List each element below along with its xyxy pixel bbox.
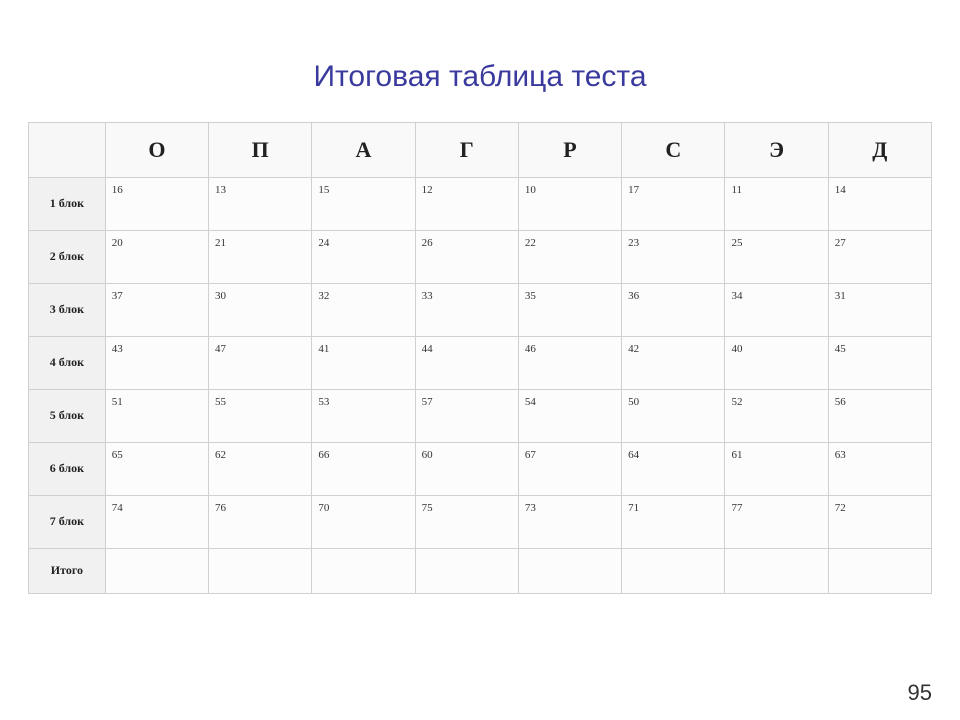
cell: 16 [105, 178, 208, 231]
row-label: 5 блок [29, 390, 106, 443]
cell: 71 [622, 496, 725, 549]
cell: 45 [828, 337, 931, 390]
page-number: 95 [908, 680, 932, 706]
cell: 42 [622, 337, 725, 390]
table-row: 7 блок 74 76 70 75 73 71 77 72 [29, 496, 932, 549]
cell: 25 [725, 231, 828, 284]
cell: 76 [209, 496, 312, 549]
table-header-row: О П А Г Р С Э Д [29, 123, 932, 178]
cell: 77 [725, 496, 828, 549]
cell: 17 [622, 178, 725, 231]
table-row: 3 блок 37 30 32 33 35 36 34 31 [29, 284, 932, 337]
cell: 34 [725, 284, 828, 337]
table-body: 1 блок 16 13 15 12 10 17 11 14 2 блок 20… [29, 178, 932, 594]
cell: 72 [828, 496, 931, 549]
cell: 41 [312, 337, 415, 390]
cell [415, 549, 518, 594]
cell: 40 [725, 337, 828, 390]
col-header: А [312, 123, 415, 178]
cell: 53 [312, 390, 415, 443]
cell: 65 [105, 443, 208, 496]
row-label: 4 блок [29, 337, 106, 390]
cell [105, 549, 208, 594]
cell: 30 [209, 284, 312, 337]
col-header: Д [828, 123, 931, 178]
cell: 63 [828, 443, 931, 496]
cell: 13 [209, 178, 312, 231]
cell: 51 [105, 390, 208, 443]
cell: 54 [518, 390, 621, 443]
cell: 73 [518, 496, 621, 549]
cell: 14 [828, 178, 931, 231]
col-header: Э [725, 123, 828, 178]
col-header: Р [518, 123, 621, 178]
results-table: О П А Г Р С Э Д 1 блок 16 13 15 12 10 17… [28, 122, 932, 594]
cell: 22 [518, 231, 621, 284]
row-label: 1 блок [29, 178, 106, 231]
cell: 43 [105, 337, 208, 390]
cell: 35 [518, 284, 621, 337]
cell: 62 [209, 443, 312, 496]
cell: 66 [312, 443, 415, 496]
row-label: 7 блок [29, 496, 106, 549]
table-row: 6 блок 65 62 66 60 67 64 61 63 [29, 443, 932, 496]
page-title: Итоговая таблица теста [28, 60, 932, 94]
slide: Итоговая таблица теста О П А Г Р С Э Д 1… [0, 0, 960, 720]
cell: 15 [312, 178, 415, 231]
col-header: С [622, 123, 725, 178]
cell: 11 [725, 178, 828, 231]
cell [209, 549, 312, 594]
row-label: 2 блок [29, 231, 106, 284]
col-header: Г [415, 123, 518, 178]
row-label: Итого [29, 549, 106, 594]
cell: 36 [622, 284, 725, 337]
cell: 60 [415, 443, 518, 496]
cell: 44 [415, 337, 518, 390]
cell: 31 [828, 284, 931, 337]
cell: 24 [312, 231, 415, 284]
cell [622, 549, 725, 594]
row-label: 3 блок [29, 284, 106, 337]
cell: 37 [105, 284, 208, 337]
cell: 57 [415, 390, 518, 443]
cell: 52 [725, 390, 828, 443]
cell: 56 [828, 390, 931, 443]
cell [312, 549, 415, 594]
table-row-totals: Итого [29, 549, 932, 594]
cell: 33 [415, 284, 518, 337]
cell: 12 [415, 178, 518, 231]
table-row: 4 блок 43 47 41 44 46 42 40 45 [29, 337, 932, 390]
cell: 64 [622, 443, 725, 496]
cell: 50 [622, 390, 725, 443]
cell: 67 [518, 443, 621, 496]
cell: 61 [725, 443, 828, 496]
cell: 20 [105, 231, 208, 284]
cell: 27 [828, 231, 931, 284]
table-row: 2 блок 20 21 24 26 22 23 25 27 [29, 231, 932, 284]
cell: 32 [312, 284, 415, 337]
cell [828, 549, 931, 594]
cell [725, 549, 828, 594]
col-header: О [105, 123, 208, 178]
table-row: 1 блок 16 13 15 12 10 17 11 14 [29, 178, 932, 231]
col-header: П [209, 123, 312, 178]
row-label: 6 блок [29, 443, 106, 496]
cell: 10 [518, 178, 621, 231]
cell: 75 [415, 496, 518, 549]
cell: 70 [312, 496, 415, 549]
table-corner [29, 123, 106, 178]
cell: 74 [105, 496, 208, 549]
cell: 23 [622, 231, 725, 284]
cell: 55 [209, 390, 312, 443]
cell: 26 [415, 231, 518, 284]
cell: 47 [209, 337, 312, 390]
cell [518, 549, 621, 594]
table-row: 5 блок 51 55 53 57 54 50 52 56 [29, 390, 932, 443]
cell: 21 [209, 231, 312, 284]
cell: 46 [518, 337, 621, 390]
